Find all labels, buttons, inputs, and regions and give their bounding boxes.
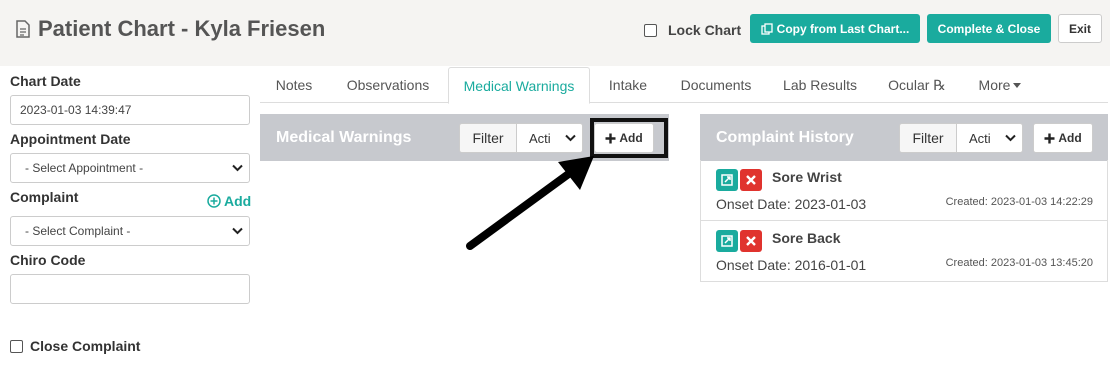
complaint-select-value: - Select Complaint - — [25, 224, 131, 238]
chevron-down-icon — [1005, 134, 1016, 142]
tab-medical-warnings[interactable]: Medical Warnings — [448, 67, 590, 104]
chiro-code-input[interactable] — [10, 274, 250, 304]
appointment-select[interactable]: - Select Appointment - — [10, 153, 250, 183]
complaint-label: Complaint — [10, 189, 79, 205]
chevron-down-icon — [565, 134, 576, 142]
tab-more-label: More — [978, 77, 1011, 93]
complaint-created-date: Created: 2023-01-03 13:45:20 — [945, 257, 1093, 269]
close-complaint-checkbox[interactable] — [10, 339, 23, 353]
tab-more[interactable]: More — [960, 67, 1040, 103]
chiro-code-label: Chiro Code — [10, 252, 86, 268]
list-item: Sore Back Onset Date: 2016-01-01 Created… — [701, 220, 1107, 280]
close-complaint-toggle[interactable]: Close Complaint — [10, 338, 140, 354]
close-icon — [746, 175, 756, 185]
tab-documents[interactable]: Documents — [666, 67, 766, 103]
complaint-onset-date: Onset Date: 2023-01-03 — [716, 196, 867, 212]
chart-date-label: Chart Date — [10, 73, 81, 89]
chart-tabs: Notes Observations Medical Warnings Inta… — [260, 67, 1108, 104]
complaint-onset-date: Onset Date: 2016-01-01 — [716, 257, 867, 273]
tab-notes[interactable]: Notes — [260, 67, 328, 103]
document-icon — [16, 20, 30, 38]
complaint-history-add-label: Add — [1058, 131, 1082, 145]
plus-icon — [1044, 133, 1055, 143]
chevron-down-icon — [232, 164, 243, 172]
lock-chart-toggle[interactable]: Lock Chart — [644, 22, 741, 38]
medical-warnings-filter-value: Acti — [529, 130, 551, 146]
lock-chart-label: Lock Chart — [668, 22, 742, 38]
complaint-history-filter-select[interactable]: Acti — [957, 123, 1023, 153]
complaint-created-date: Created: 2023-01-03 14:22:29 — [945, 196, 1093, 208]
complaint-select[interactable]: - Select Complaint - — [10, 216, 250, 246]
appointment-select-value: - Select Appointment - — [25, 161, 144, 175]
page-title: Patient Chart - Kyla Friesen — [38, 16, 326, 41]
open-complaint-button[interactable] — [716, 230, 738, 252]
caret-down-icon — [1013, 82, 1022, 88]
open-complaint-button[interactable] — [716, 169, 738, 191]
annotation-arrow — [466, 156, 594, 250]
medical-warnings-title: Medical Warnings — [276, 129, 412, 146]
complaint-history-list: Sore Wrist Onset Date: 2023-01-03 Create… — [700, 160, 1108, 282]
tab-lab-results[interactable]: Lab Results — [766, 67, 874, 103]
complaint-name[interactable]: Sore Wrist — [772, 169, 842, 185]
list-item: Sore Wrist Onset Date: 2023-01-03 Create… — [701, 160, 1107, 220]
add-button-highlight-box — [590, 118, 668, 158]
tab-ocular-rx[interactable]: Ocular ℞ — [874, 67, 960, 103]
medical-warnings-filter-select[interactable]: Acti — [517, 123, 583, 153]
complaint-history-filter-value: Acti — [969, 130, 991, 146]
delete-complaint-button[interactable] — [740, 169, 762, 191]
page-header: Patient Chart - Kyla Friesen Lock Chart … — [0, 0, 1110, 66]
tab-intake[interactable]: Intake — [590, 67, 666, 103]
add-complaint-link[interactable]: Add — [207, 193, 251, 209]
chart-date-input[interactable]: 2023-01-03 14:39:47 — [10, 95, 250, 125]
medical-warnings-filter-button[interactable]: Filter — [459, 123, 517, 153]
close-icon — [746, 236, 756, 246]
copy-icon — [761, 22, 773, 35]
complete-close-button[interactable]: Complete & Close — [927, 14, 1051, 43]
medical-warnings-filter-group: Filter Acti — [459, 123, 583, 153]
tab-observations[interactable]: Observations — [328, 67, 448, 103]
lock-chart-checkbox[interactable] — [644, 23, 657, 37]
external-link-icon — [721, 174, 733, 186]
copy-last-chart-button[interactable]: Copy from Last Chart... — [750, 14, 920, 43]
external-link-icon — [721, 235, 733, 247]
add-complaint-label: Add — [224, 193, 252, 209]
appointment-date-label: Appointment Date — [10, 131, 131, 147]
close-complaint-label: Close Complaint — [30, 338, 141, 354]
complaint-history-filter-group: Filter Acti — [899, 123, 1023, 153]
complaint-name[interactable]: Sore Back — [772, 230, 840, 246]
delete-complaint-button[interactable] — [740, 230, 762, 252]
title-wrap: Patient Chart - Kyla Friesen — [16, 16, 325, 42]
exit-button[interactable]: Exit — [1058, 14, 1102, 43]
copy-last-chart-label: Copy from Last Chart... — [776, 21, 910, 36]
complaint-history-title: Complaint History — [716, 129, 854, 146]
plus-circle-icon — [207, 194, 221, 208]
chevron-down-icon — [232, 227, 243, 235]
complaint-history-panel-header: Complaint History Filter Acti Add — [700, 114, 1108, 161]
complaint-history-add-button[interactable]: Add — [1033, 123, 1093, 153]
complaint-history-filter-button[interactable]: Filter — [899, 123, 957, 153]
